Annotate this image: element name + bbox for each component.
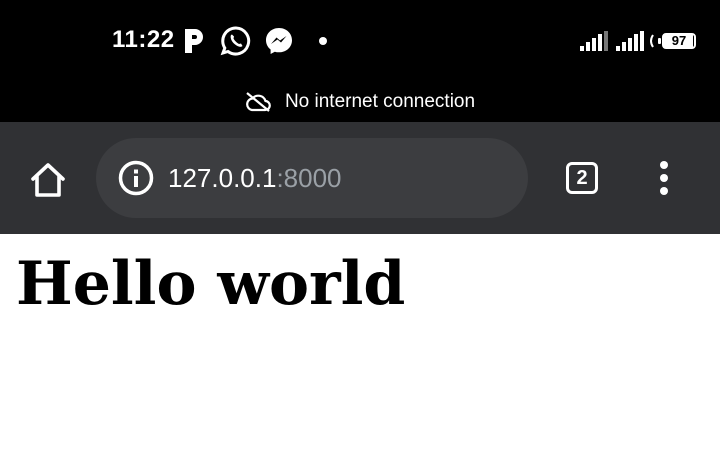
url-port: :8000 xyxy=(276,163,342,193)
parking-app-icon xyxy=(185,29,203,53)
address-bar[interactable]: 127.0.0.1:8000 xyxy=(96,138,528,218)
messenger-icon xyxy=(266,28,292,54)
vibrate-icon xyxy=(650,34,654,48)
url-text: 127.0.0.1:8000 xyxy=(168,162,342,194)
offline-banner: No internet connection xyxy=(0,88,720,116)
signal-sim2-icon xyxy=(616,31,644,51)
kebab-menu-icon[interactable] xyxy=(652,160,676,196)
whatsapp-icon xyxy=(220,26,251,56)
status-time: 11:22 xyxy=(112,26,175,53)
status-bar: 11:22 97 No internet connection xyxy=(0,0,720,122)
page-heading: Hello world xyxy=(16,249,406,319)
more-notifications-dot-icon xyxy=(319,37,327,45)
notification-icons xyxy=(182,25,328,57)
url-host: 127.0.0.1 xyxy=(168,163,277,193)
battery-icon: 97 xyxy=(658,33,696,49)
home-icon[interactable] xyxy=(28,160,68,200)
battery-percent: 97 xyxy=(671,33,687,48)
tab-switcher-button[interactable]: 2 xyxy=(566,162,598,194)
system-icons: 97 xyxy=(580,30,696,52)
info-icon[interactable] xyxy=(118,160,154,196)
cloud-off-icon xyxy=(246,92,271,112)
browser-toolbar: 127.0.0.1:8000 2 xyxy=(0,122,720,234)
offline-text: No internet connection xyxy=(284,91,476,112)
page-content: Hello world xyxy=(0,234,720,464)
signal-sim1-icon xyxy=(580,31,608,51)
